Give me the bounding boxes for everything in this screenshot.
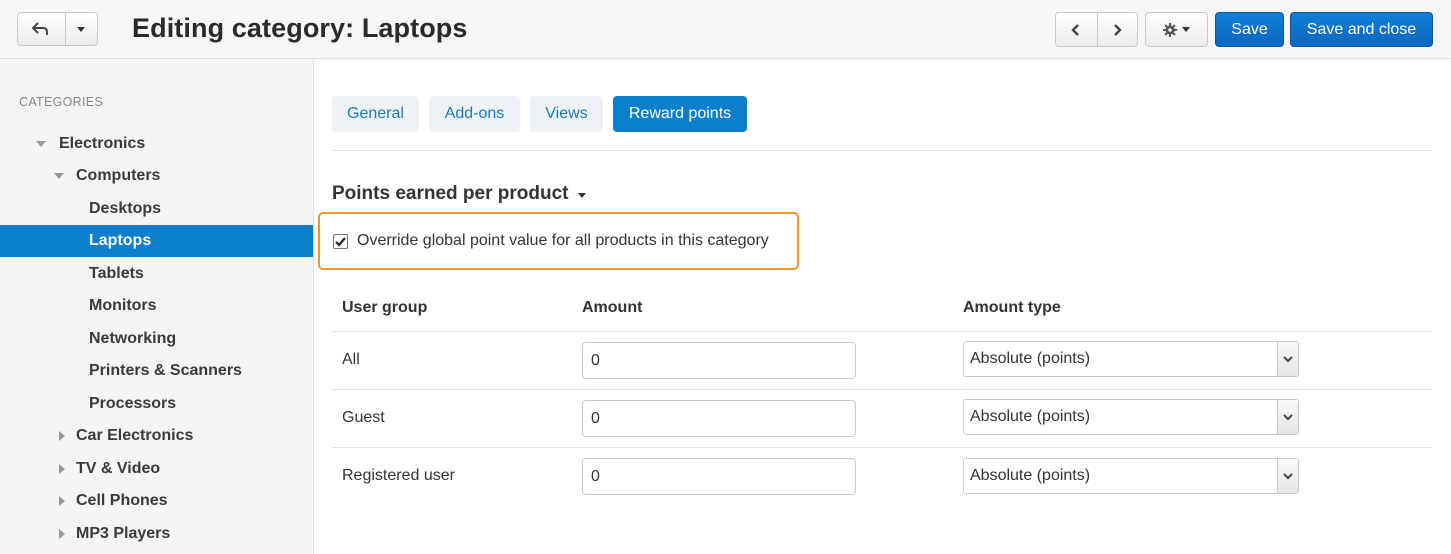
chevron-down-icon (1283, 356, 1293, 363)
checkmark-icon (335, 236, 346, 247)
collapse-triangle-icon[interactable] (59, 431, 65, 441)
column-header-amount-type: Amount type (963, 299, 1061, 316)
sidebar-heading: CATEGORIES (19, 95, 104, 109)
tabs-divider (332, 150, 1432, 151)
override-checkbox[interactable] (333, 234, 348, 249)
collapse-triangle-icon[interactable] (59, 529, 65, 539)
category-item-electronics[interactable]: Electronics (0, 128, 313, 160)
user-group-cell: Registered user (342, 467, 455, 484)
categories-sidebar: CATEGORIES Electronics Computers Desktop… (0, 60, 314, 554)
chevron-down-icon (1283, 414, 1293, 421)
expand-triangle-icon[interactable] (54, 173, 64, 179)
back-button-group (17, 12, 98, 46)
user-group-cell: Guest (342, 409, 385, 426)
tab-add-ons[interactable]: Add-ons (429, 96, 520, 132)
settings-dropdown[interactable] (1145, 12, 1208, 47)
amount-input[interactable] (582, 400, 856, 437)
table-divider (332, 389, 1432, 390)
override-label[interactable]: Override global point value for all prod… (357, 232, 769, 250)
settings-button[interactable] (1146, 13, 1207, 46)
prev-next-group (1055, 12, 1138, 47)
select-value: Absolute (points) (970, 467, 1091, 484)
category-item-tablets[interactable]: Tablets (0, 258, 313, 290)
collapse-triangle-icon[interactable] (59, 464, 65, 474)
category-item-cell-phones[interactable]: Cell Phones (0, 485, 313, 517)
user-group-cell: All (342, 351, 360, 368)
category-item-printers-scanners[interactable]: Printers & Scanners (0, 355, 313, 387)
category-label: Laptops (89, 232, 152, 249)
chevron-left-icon (1071, 23, 1080, 36)
back-history-dropdown[interactable] (64, 13, 97, 45)
column-header-user-group: User group (342, 299, 428, 316)
category-label: Car Electronics (76, 427, 194, 444)
category-label: Printers & Scanners (89, 362, 242, 379)
select-value: Absolute (points) (970, 408, 1091, 425)
category-item-monitors[interactable]: Monitors (0, 290, 313, 322)
expand-triangle-icon[interactable] (36, 141, 46, 147)
category-item-computers[interactable]: Computers (0, 160, 313, 192)
category-label: Monitors (89, 297, 157, 314)
category-label: Networking (89, 330, 177, 347)
gear-icon (1163, 22, 1177, 37)
amount-type-select[interactable]: Absolute (points) (963, 458, 1299, 494)
category-label: Electronics (59, 135, 146, 152)
amount-type-select[interactable]: Absolute (points) (963, 341, 1299, 377)
category-item-mp3-players[interactable]: MP3 Players (0, 518, 313, 550)
select-arrow[interactable] (1277, 459, 1298, 493)
chevron-right-icon (1114, 23, 1122, 36)
category-item-tv-video[interactable]: TV & Video (0, 453, 313, 485)
category-label: Tablets (89, 265, 144, 282)
table-divider (332, 331, 1432, 332)
chevron-down-icon (1182, 27, 1190, 32)
amount-input[interactable] (582, 458, 856, 495)
previous-button[interactable] (1056, 13, 1097, 46)
tab-general[interactable]: General (332, 96, 419, 132)
category-label: TV & Video (76, 460, 161, 477)
top-toolbar: Editing category: Laptops Save Save and … (0, 0, 1451, 59)
select-value: Absolute (points) (970, 350, 1091, 367)
section-toggle[interactable]: Points earned per product (332, 183, 587, 205)
collapse-triangle-icon[interactable] (59, 496, 65, 506)
category-label: MP3 Players (76, 525, 171, 542)
chevron-down-icon (77, 26, 86, 32)
table-divider (332, 447, 1432, 448)
category-item-laptops[interactable]: Laptops (0, 225, 313, 257)
category-label: Computers (76, 167, 161, 184)
chevron-down-icon (578, 192, 587, 198)
page-title: Editing category: Laptops (132, 13, 468, 43)
column-header-amount: Amount (582, 299, 643, 316)
category-item-desktops[interactable]: Desktops (0, 193, 313, 225)
save-and-close-button[interactable]: Save and close (1290, 12, 1433, 47)
select-arrow[interactable] (1277, 400, 1298, 434)
tab-views[interactable]: Views (530, 96, 603, 132)
category-label: Cell Phones (76, 492, 168, 509)
select-arrow[interactable] (1277, 342, 1298, 376)
back-button[interactable] (18, 13, 65, 45)
section-title: Points earned per product (332, 183, 569, 204)
category-item-car-electronics[interactable]: Car Electronics (0, 420, 313, 452)
category-item-networking[interactable]: Networking (0, 323, 313, 355)
chevron-down-icon (1283, 473, 1293, 480)
amount-type-select[interactable]: Absolute (points) (963, 399, 1299, 435)
back-arrow-icon (32, 22, 49, 35)
amount-input[interactable] (582, 342, 856, 379)
next-button[interactable] (1096, 13, 1138, 46)
category-label: Processors (89, 395, 177, 412)
save-button[interactable]: Save (1215, 12, 1284, 47)
category-item-processors[interactable]: Processors (0, 388, 313, 420)
tab-reward-points[interactable]: Reward points (613, 96, 747, 132)
category-label: Desktops (89, 200, 162, 217)
